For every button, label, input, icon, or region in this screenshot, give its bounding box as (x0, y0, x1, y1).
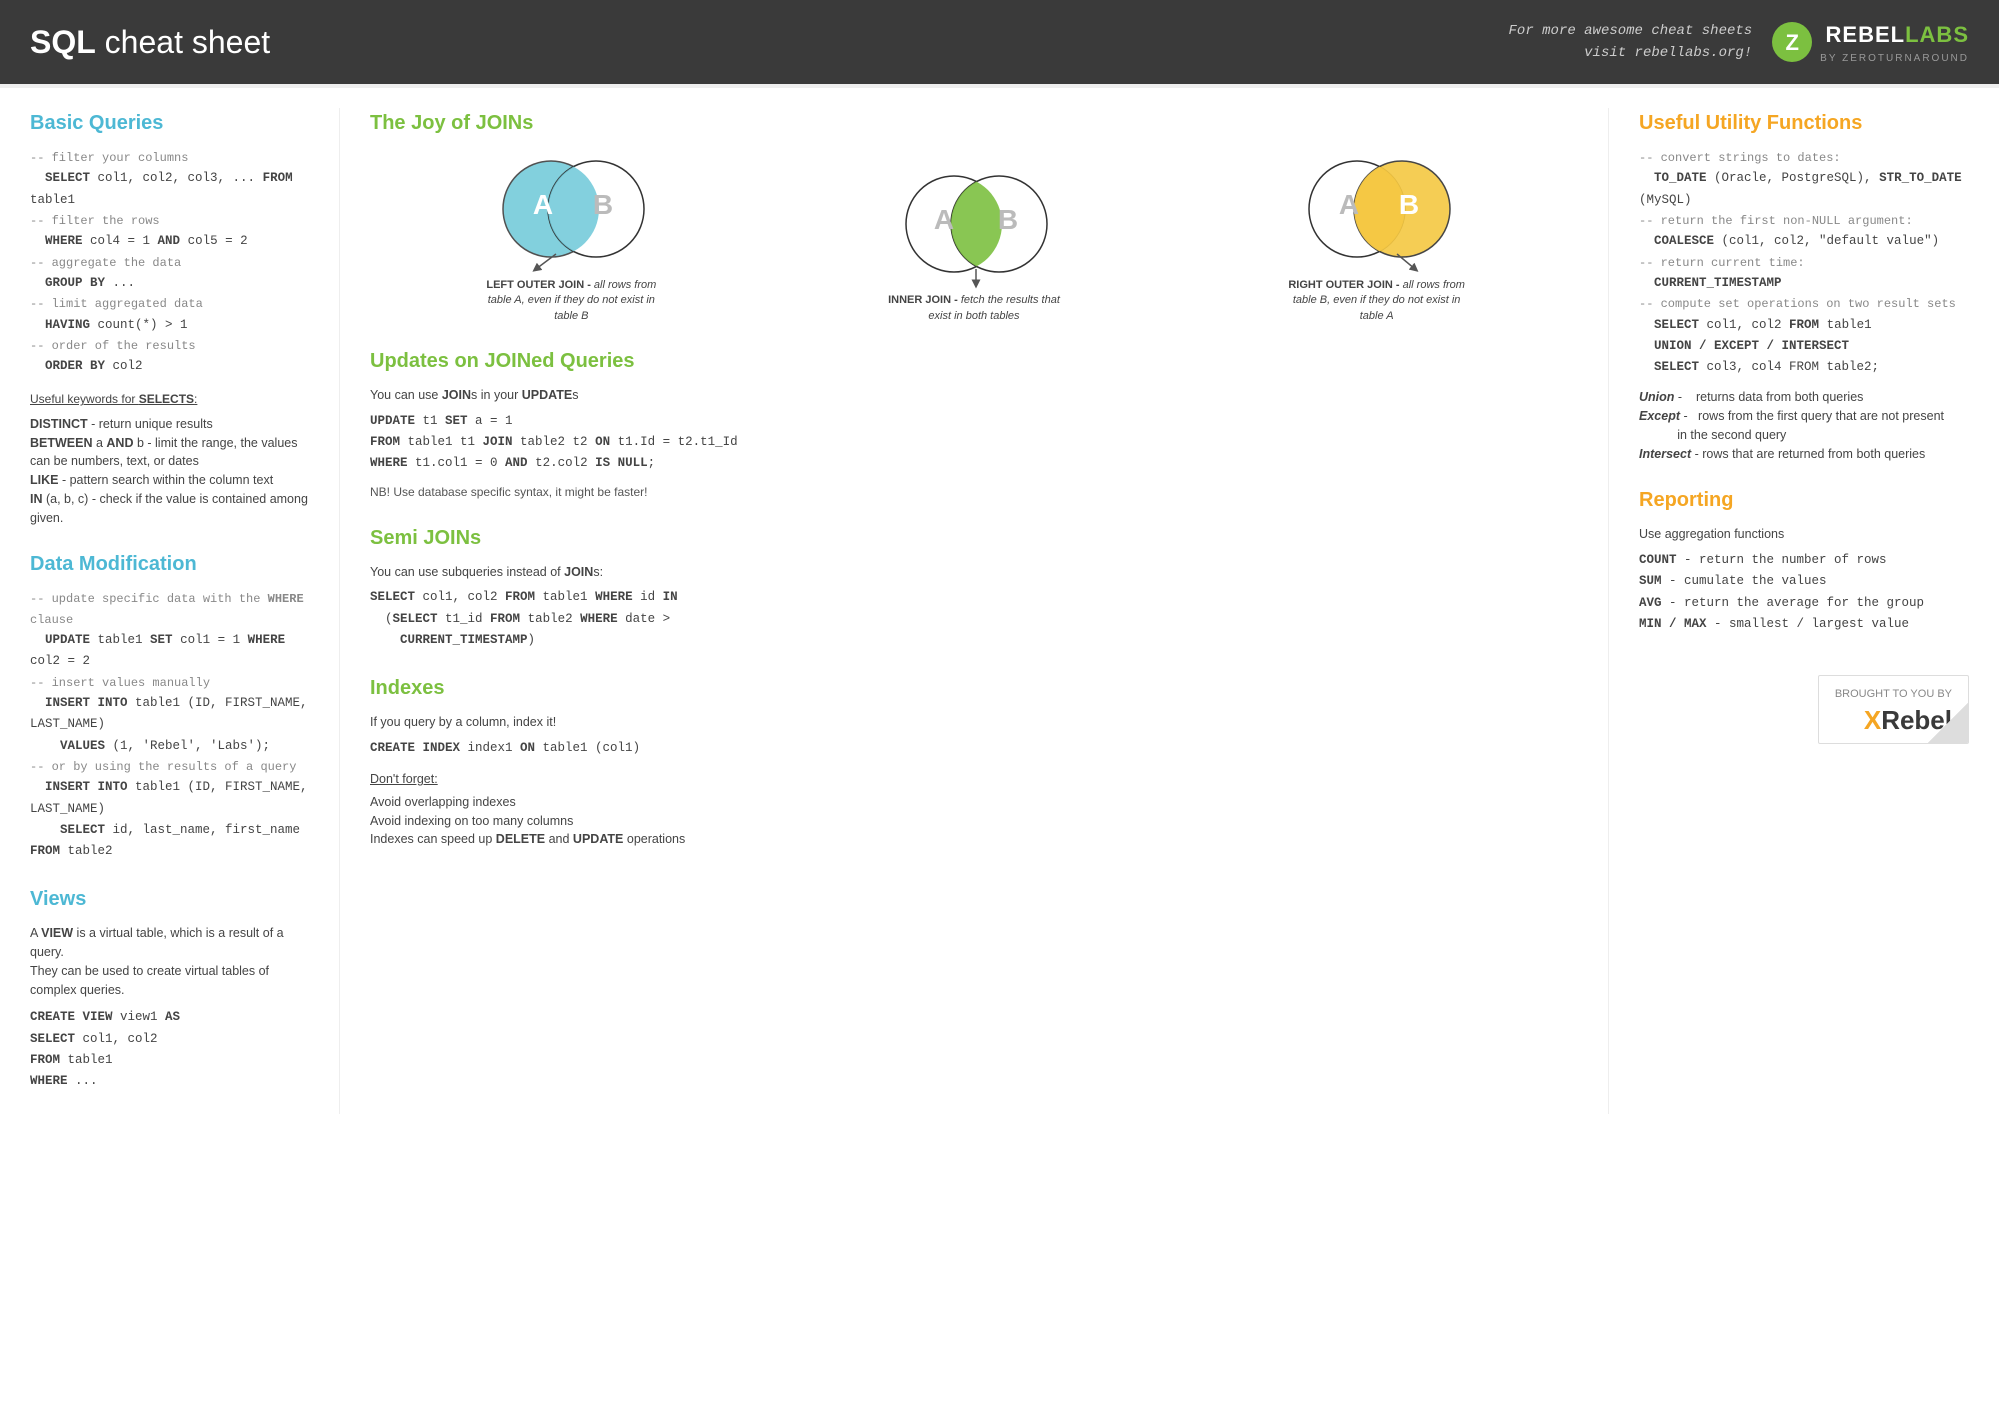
section-basic-queries: Basic Queries -- filter your columns SEL… (30, 108, 309, 527)
footer-badge-area: BROUGHT TO YOU BY XRebel (1639, 675, 1969, 749)
svg-text:B: B (998, 204, 1018, 235)
right-column: Useful Utility Functions -- convert stri… (1609, 108, 1969, 1114)
keywords-list: DISTINCT - return unique results BETWEEN… (30, 415, 309, 528)
right-outer-caption: RIGHT OUTER JOIN - all rows from table B… (1287, 278, 1467, 324)
section-joined-updates: Updates on JOINed Queries You can use JO… (370, 346, 1578, 501)
joins-title: The Joy of JOINs (370, 108, 1578, 138)
xrebel-badge: BROUGHT TO YOU BY XRebel (1818, 675, 1969, 744)
venn-left-outer-svg: A B (481, 154, 661, 274)
left-outer-caption: LEFT OUTER JOIN - all rows from table A,… (481, 278, 661, 324)
section-indexes: Indexes If you query by a column, index … (370, 673, 1578, 849)
brought-to-you: BROUGHT TO YOU BY (1835, 686, 1952, 703)
rebel-icon: Z (1772, 22, 1812, 62)
venn-inner-svg: A B (884, 169, 1064, 289)
header-right: For more awesome cheat sheets visit rebe… (1509, 18, 1969, 66)
utility-code: -- convert strings to dates: TO_DATE (Or… (1639, 148, 1969, 378)
xrebel-logo: XRebel (1835, 707, 1952, 733)
section-reporting: Reporting Use aggregation functions COUN… (1639, 485, 1969, 635)
header: SQL cheat sheet For more awesome cheat s… (0, 0, 1999, 84)
venn-right-outer-svg: A B (1287, 154, 1467, 274)
venn-left-outer: A B LEFT OUTER JOIN - all rows from tabl… (471, 154, 671, 324)
venn-row: A B LEFT OUTER JOIN - all rows from tabl… (370, 154, 1578, 324)
venn-inner: A B INNER JOIN - fetch the results that … (874, 169, 1074, 324)
mid-column: The Joy of JOINs A B (340, 108, 1609, 1114)
reporting-title: Reporting (1639, 485, 1969, 515)
rebel-logo: REBELLABS BY ZEROTURNAROUND (1820, 18, 1969, 66)
basic-queries-code: -- filter your columns SELECT col1, col2… (30, 148, 309, 377)
views-code: CREATE VIEW view1 AS SELECT col1, col2 F… (30, 1007, 309, 1092)
svg-text:B: B (1399, 189, 1419, 220)
svg-text:A: A (934, 204, 954, 235)
main-content: Basic Queries -- filter your columns SEL… (0, 88, 1999, 1134)
svg-text:A: A (1339, 189, 1359, 220)
set-ops: Union - returns data from both queries E… (1639, 388, 1969, 463)
views-title: Views (30, 884, 309, 914)
reporting-code: COUNT - return the number of rows SUM - … (1639, 550, 1969, 635)
section-joins: The Joy of JOINs A B (370, 108, 1578, 324)
inner-caption: INNER JOIN - fetch the results that exis… (884, 293, 1064, 324)
indexes-desc: If you query by a column, index it! (370, 713, 1578, 732)
data-mod-title: Data Modification (30, 549, 309, 579)
svg-text:A: A (533, 189, 553, 220)
section-views: Views A VIEW is a virtual table, which i… (30, 884, 309, 1092)
title-rest: cheat sheet (96, 24, 270, 60)
updates-code: UPDATE t1 SET a = 1 FROM table1 t1 JOIN … (370, 411, 1578, 475)
keywords-label: Useful keywords for SELECTS: (30, 392, 197, 406)
data-mod-code: -- update specific data with the WHERE c… (30, 589, 309, 862)
reporting-desc: Use aggregation functions (1639, 525, 1969, 544)
tagline: For more awesome cheat sheets visit rebe… (1509, 20, 1753, 65)
basic-queries-title: Basic Queries (30, 108, 309, 138)
section-semi-joins: Semi JOINs You can use subqueries instea… (370, 523, 1578, 652)
section-utility: Useful Utility Functions -- convert stri… (1639, 108, 1969, 463)
semi-joins-code: SELECT col1, col2 FROM table1 WHERE id I… (370, 587, 1578, 651)
title-sql: SQL (30, 24, 96, 60)
updates-note: NB! Use database specific syntax, it mig… (370, 483, 1578, 501)
venn-right-outer: A B RIGHT OUTER JOIN - all rows from tab… (1277, 154, 1477, 324)
semi-joins-title: Semi JOINs (370, 523, 1578, 553)
section-data-modification: Data Modification -- update specific dat… (30, 549, 309, 862)
dont-forget-list: Avoid overlapping indexes Avoid indexing… (370, 793, 1578, 849)
indexes-title: Indexes (370, 673, 1578, 703)
updates-title: Updates on JOINed Queries (370, 346, 1578, 376)
left-column: Basic Queries -- filter your columns SEL… (30, 108, 340, 1114)
dont-forget-label: Don't forget: (370, 772, 438, 786)
page-title: SQL cheat sheet (30, 18, 270, 66)
indexes-code: CREATE INDEX index1 ON table1 (col1) (370, 738, 1578, 759)
views-desc: A VIEW is a virtual table, which is a re… (30, 924, 309, 999)
logo-sub: BY ZEROTURNAROUND (1820, 51, 1969, 66)
svg-text:B: B (593, 189, 613, 220)
utility-title: Useful Utility Functions (1639, 108, 1969, 138)
